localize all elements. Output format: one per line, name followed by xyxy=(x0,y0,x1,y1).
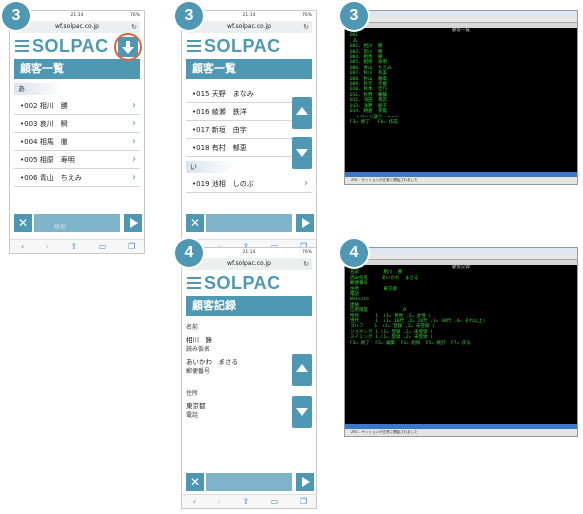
url-text: wf.solpac.co.jp xyxy=(55,23,99,30)
close-button[interactable]: ✕ xyxy=(186,473,204,491)
share-icon[interactable]: ⇪ xyxy=(70,240,77,253)
browser-toolbar: ‹ › ⇪ ▭ ❐ xyxy=(10,239,144,253)
header: SOLPAC xyxy=(10,33,144,61)
menu-icon[interactable] xyxy=(187,277,201,289)
search-field[interactable] xyxy=(206,214,292,232)
list-item[interactable]: •006 青山 ちえみ › xyxy=(14,169,140,187)
function-keys: F3= 終了 F6= 作成 xyxy=(350,119,398,125)
phone-screen: ●●●●● 21:14 76% wf.solpac.co.jp ↻ SOLPAC… xyxy=(9,10,145,254)
list-item[interactable]: •004 相馬 徹 › xyxy=(14,133,140,151)
down-arrow-icon xyxy=(296,149,308,157)
up-arrow-icon xyxy=(296,364,308,372)
url-bar[interactable]: wf.solpac.co.jp ↻ xyxy=(14,21,140,33)
section-header: い xyxy=(186,161,236,173)
page-title: 顧客一覧 xyxy=(14,59,140,79)
logo: SOLPAC xyxy=(32,36,109,56)
url-bar[interactable]: wf.solpac.co.jp ↻ xyxy=(186,21,312,33)
search-field[interactable] xyxy=(206,473,292,491)
clock: 21:14 xyxy=(70,13,84,18)
status-bar: ●●●●● 21:14 76% xyxy=(10,11,144,21)
step-badge: 3 xyxy=(340,2,368,30)
step-badge: 3 xyxy=(2,2,30,30)
down-arrow-icon xyxy=(296,408,308,416)
bookmarks-icon[interactable]: ▭ xyxy=(99,240,107,253)
page-title: 顧客一覧 xyxy=(186,59,312,79)
menu-icon[interactable] xyxy=(15,40,29,52)
step-badge: 4 xyxy=(175,239,203,267)
field-name: 名前 相川 勝 xyxy=(186,324,212,344)
forward-icon[interactable]: › xyxy=(218,495,221,508)
session-status: ZRC - サッションが正常に開始されました xyxy=(345,429,577,436)
tabs-icon[interactable]: ❐ xyxy=(128,240,135,253)
scroll-up-button[interactable] xyxy=(292,354,312,386)
reload-icon[interactable]: ↻ xyxy=(303,258,309,270)
step-badge: 4 xyxy=(340,239,368,267)
forward-icon[interactable]: › xyxy=(46,240,49,253)
bottom-toolbar: ✕ xyxy=(186,214,314,234)
chevron-right-icon: › xyxy=(132,100,136,111)
list-item[interactable]: •005 相原 寿明 › xyxy=(14,151,140,169)
chevron-right-icon: › xyxy=(132,154,136,165)
reload-icon[interactable]: ↻ xyxy=(303,21,309,33)
close-button[interactable]: ✕ xyxy=(186,214,204,232)
list-item[interactable]: •003 哀川 瞬 › xyxy=(14,115,140,133)
phone-screen: ●●●●● 21:14 76% wf.solpac.co.jp ↻ SOLPAC… xyxy=(181,247,317,509)
scroll-down-button[interactable] xyxy=(292,137,312,169)
logo: SOLPAC xyxy=(204,36,281,56)
share-icon[interactable]: ⇪ xyxy=(242,495,249,508)
reload-icon[interactable]: ↻ xyxy=(131,21,137,33)
browser-toolbar: ‹ › ⇪ ▭ ❐ xyxy=(182,494,316,508)
header: SOLPAC xyxy=(182,35,316,59)
logo: SOLPAC xyxy=(204,273,281,293)
chevron-right-icon: › xyxy=(132,172,136,183)
up-arrow-icon xyxy=(296,107,308,115)
chevron-right-icon: › xyxy=(132,136,136,147)
step-badge: 3 xyxy=(175,2,203,30)
menu-icon[interactable] xyxy=(187,40,201,52)
bottom-toolbar: ✕ 検索 xyxy=(14,214,142,234)
function-keys: F3= 終了 F2= 編集 F4= 削除 F5= 統計 F7= 戻る xyxy=(350,340,471,346)
highlight-circle xyxy=(114,33,142,61)
terminal-window: 顧客一覧 001 あ 002. 相川 勝 003. 哀川 瞬 004. 相馬 徹… xyxy=(344,10,578,185)
battery-level: 76% xyxy=(129,13,140,18)
bookmarks-icon[interactable]: ▭ xyxy=(271,495,279,508)
section-header: あ xyxy=(14,83,64,95)
tabs-icon[interactable]: ❐ xyxy=(300,495,307,508)
header: SOLPAC xyxy=(182,272,316,296)
phone-screen: ●●●●● 21:14 76% wf.solpac.co.jp ↻ SOLPAC… xyxy=(181,10,317,254)
back-icon[interactable]: ‹ xyxy=(193,495,196,508)
url-bar[interactable]: wf.solpac.co.jp ↻ xyxy=(186,258,312,270)
scroll-down-button[interactable] xyxy=(292,396,312,428)
play-button[interactable] xyxy=(296,214,314,232)
chevron-right-icon: › xyxy=(304,178,308,189)
list-item[interactable]: •002 相川 勝 › xyxy=(14,97,140,115)
chevron-right-icon: › xyxy=(132,118,136,129)
play-button[interactable] xyxy=(124,214,142,232)
play-button[interactable] xyxy=(296,473,314,491)
bottom-toolbar: ✕ xyxy=(186,473,314,493)
list-item[interactable]: •019 池相 しのぶ › xyxy=(186,175,312,193)
search-field[interactable]: 検索 xyxy=(34,214,120,232)
terminal-window: 顧客記録 名前 相川 勝 読み仮名 あいかわ まさる 郵便番号 住所 東京都 電… xyxy=(344,247,578,437)
close-button[interactable]: ✕ xyxy=(14,214,32,232)
page-title: 顧客記録 xyxy=(186,296,312,316)
scroll-up-button[interactable] xyxy=(292,97,312,129)
back-icon[interactable]: ‹ xyxy=(21,240,24,253)
session-status: ZRC - サッションが正常に開始されました xyxy=(345,177,577,184)
